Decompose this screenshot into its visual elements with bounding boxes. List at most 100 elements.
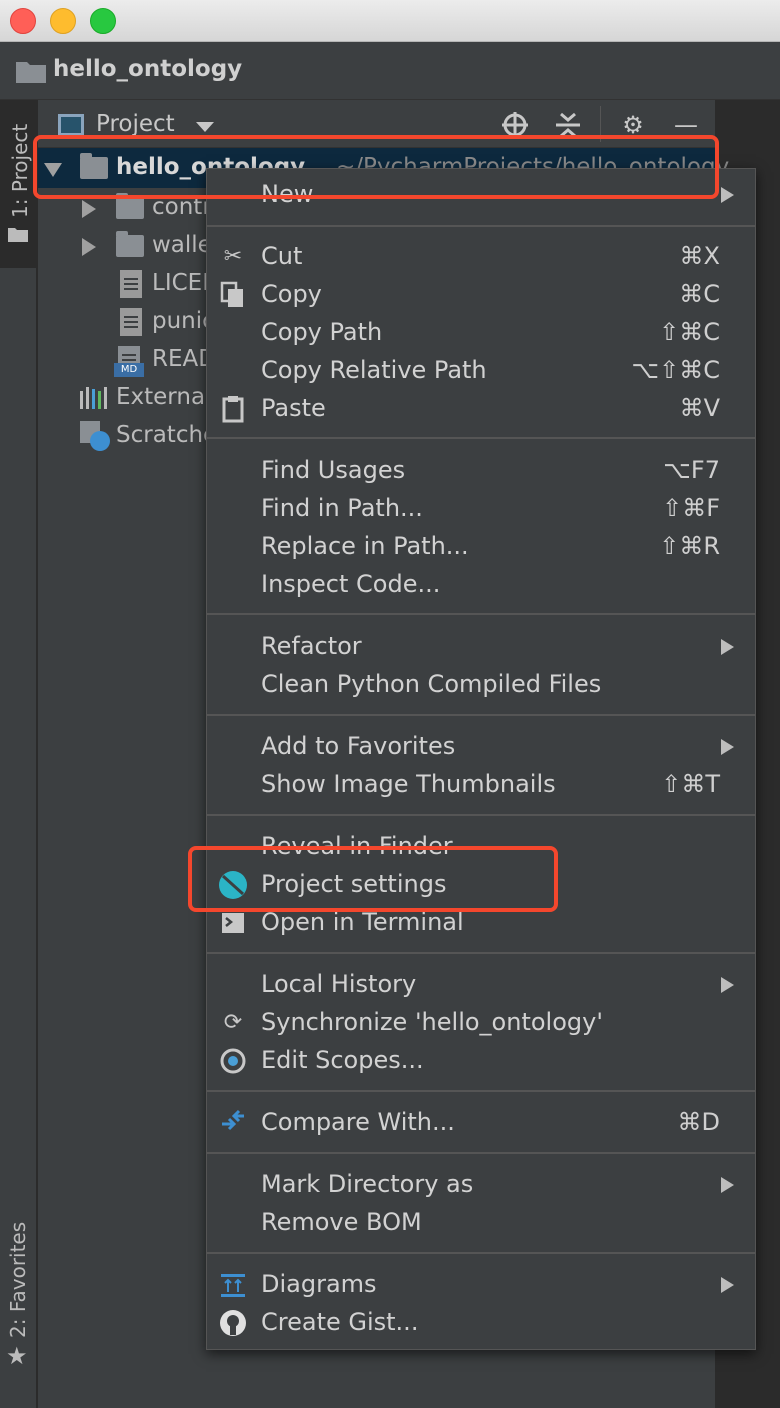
- menu-item-label: Remove BOM: [261, 1208, 422, 1236]
- breadcrumb-project[interactable]: hello_ontology: [53, 56, 242, 82]
- menu-separator: [207, 1090, 755, 1092]
- menu-item-diagrams[interactable]: Diagrams: [206, 1266, 756, 1304]
- submenu-arrow-icon: [721, 187, 734, 203]
- tree-item-external-libraries[interactable]: External Libraries: [38, 379, 318, 417]
- menu-item-label: Cut: [261, 242, 303, 270]
- menu-separator: [207, 437, 755, 439]
- menu-item-label: Diagrams: [261, 1270, 377, 1298]
- menu-item-label: Inspect Code...: [261, 570, 441, 598]
- clipboard-icon: [222, 396, 244, 423]
- menu-separator: [207, 225, 755, 227]
- menu-item-add-to-favorites[interactable]: Add to Favorites: [206, 728, 756, 766]
- menu-shortcut: ⌘D: [677, 1108, 720, 1136]
- star-icon: ★: [6, 1342, 28, 1370]
- menu-shortcut: ⌘C: [679, 280, 720, 308]
- tree-item-readme[interactable]: MD README.md: [38, 341, 295, 379]
- markdown-badge-icon: MD: [114, 363, 144, 377]
- menu-item-inspect-code[interactable]: Inspect Code...: [206, 566, 756, 604]
- folder-icon: [116, 193, 144, 219]
- menu-item-clean-python-compiled[interactable]: Clean Python Compiled Files: [206, 666, 756, 704]
- menu-item-label: Show Image Thumbnails: [261, 770, 556, 798]
- submenu-arrow-icon: [721, 1177, 734, 1193]
- close-window-button[interactable]: [10, 8, 36, 34]
- zoom-window-button[interactable]: [90, 8, 116, 34]
- chevron-down-icon[interactable]: [196, 122, 214, 132]
- project-tool-tab[interactable]: 1: Project: [0, 100, 37, 268]
- menu-item-label: Refactor: [261, 632, 362, 660]
- menu-separator: [207, 1252, 755, 1254]
- navigation-bar: hello_ontology: [0, 42, 780, 100]
- diagram-icon: [221, 1274, 245, 1297]
- tree-item-license[interactable]: LICENSE: [38, 265, 249, 303]
- menu-item-label: Open in Terminal: [261, 908, 464, 936]
- menu-item-copy-relative-path[interactable]: Copy Relative Path ⌥⇧⌘C: [206, 352, 756, 390]
- menu-item-label: Mark Directory as: [261, 1170, 474, 1198]
- highlight-project-settings: [188, 846, 558, 912]
- menu-item-replace-in-path[interactable]: Replace in Path... ⇧⌘R: [206, 528, 756, 566]
- title-bar: [0, 0, 780, 42]
- menu-shortcut: ⇧⌘R: [659, 532, 720, 560]
- menu-item-show-image-thumbnails[interactable]: Show Image Thumbnails ⇧⌘T: [206, 766, 756, 804]
- menu-separator: [207, 814, 755, 816]
- menu-item-find-usages[interactable]: Find Usages ⌥F7: [206, 452, 756, 490]
- menu-item-cut[interactable]: ✂ Cut ⌘X: [206, 238, 756, 276]
- submenu-arrow-icon: [721, 1277, 734, 1293]
- menu-item-label: Create Gist...: [261, 1308, 419, 1336]
- menu-item-label: Find in Path...: [261, 494, 423, 522]
- tree-item-punica-json[interactable]: punica.json: [38, 303, 283, 341]
- menu-separator: [207, 714, 755, 716]
- menu-item-copy[interactable]: Copy ⌘C: [206, 276, 756, 314]
- expand-arrow-icon[interactable]: [82, 238, 96, 256]
- menu-shortcut: ⇧⌘F: [662, 494, 720, 522]
- menu-shortcut: ⌘X: [679, 242, 720, 270]
- text-file-icon: [120, 270, 142, 298]
- menu-item-label: Compare With...: [261, 1108, 455, 1136]
- menu-item-label: Local History: [261, 970, 417, 998]
- tree-item-wallets[interactable]: wallets: [38, 227, 233, 265]
- scissors-icon: ✂: [223, 244, 243, 269]
- menu-item-label: Copy Path: [261, 318, 383, 346]
- menu-item-label: Synchronize 'hello_ontology': [261, 1008, 603, 1036]
- menu-separator: [207, 1152, 755, 1154]
- submenu-arrow-icon: [721, 639, 734, 655]
- tree-item-scratches[interactable]: Scratches and Consoles: [38, 417, 390, 455]
- menu-separator: [207, 952, 755, 954]
- menu-shortcut: ⌥⇧⌘C: [631, 356, 720, 384]
- menu-item-compare-with[interactable]: Compare With... ⌘D: [206, 1104, 756, 1142]
- menu-item-create-gist[interactable]: Create Gist...: [206, 1304, 756, 1342]
- menu-item-label: Paste: [261, 394, 326, 422]
- menu-item-label: Find Usages: [261, 456, 406, 484]
- menu-item-local-history[interactable]: Local History: [206, 966, 756, 1004]
- menu-item-find-in-path[interactable]: Find in Path... ⇧⌘F: [206, 490, 756, 528]
- menu-item-paste[interactable]: Paste ⌘V: [206, 390, 756, 428]
- json-file-icon: [120, 308, 142, 336]
- menu-item-remove-bom[interactable]: Remove BOM: [206, 1204, 756, 1242]
- folder-icon: [116, 231, 144, 257]
- project-view-icon: [58, 114, 84, 136]
- menu-shortcut: ⇧⌘T: [661, 770, 720, 798]
- terminal-icon: [222, 913, 244, 933]
- github-icon: [220, 1310, 246, 1336]
- menu-item-synchronize[interactable]: ⟳ Synchronize 'hello_ontology': [206, 1004, 756, 1042]
- submenu-arrow-icon: [721, 977, 734, 993]
- sync-icon: ⟳: [223, 1010, 243, 1035]
- menu-item-edit-scopes[interactable]: Edit Scopes...: [206, 1042, 756, 1080]
- minimize-window-button[interactable]: [50, 8, 76, 34]
- menu-item-copy-path[interactable]: Copy Path ⇧⌘C: [206, 314, 756, 352]
- libraries-icon: [80, 387, 107, 409]
- copy-icon: [220, 281, 243, 307]
- menu-item-label: Add to Favorites: [261, 732, 456, 760]
- clock-icon: [90, 431, 110, 451]
- menu-item-refactor[interactable]: Refactor: [206, 628, 756, 666]
- menu-item-label: Copy: [261, 280, 322, 308]
- menu-shortcut: ⇧⌘C: [659, 318, 720, 346]
- menu-item-mark-directory-as[interactable]: Mark Directory as: [206, 1166, 756, 1204]
- folder-icon: [8, 228, 28, 242]
- menu-shortcut: ⌘V: [679, 394, 720, 422]
- favorites-tool-tab[interactable]: 2: Favorites ★: [0, 1210, 37, 1380]
- highlight-root-folder: [33, 135, 719, 199]
- expand-arrow-icon[interactable]: [82, 200, 96, 218]
- menu-item-label: Replace in Path...: [261, 532, 469, 560]
- menu-item-label: Clean Python Compiled Files: [261, 670, 602, 698]
- project-view-selector[interactable]: Project: [96, 111, 175, 137]
